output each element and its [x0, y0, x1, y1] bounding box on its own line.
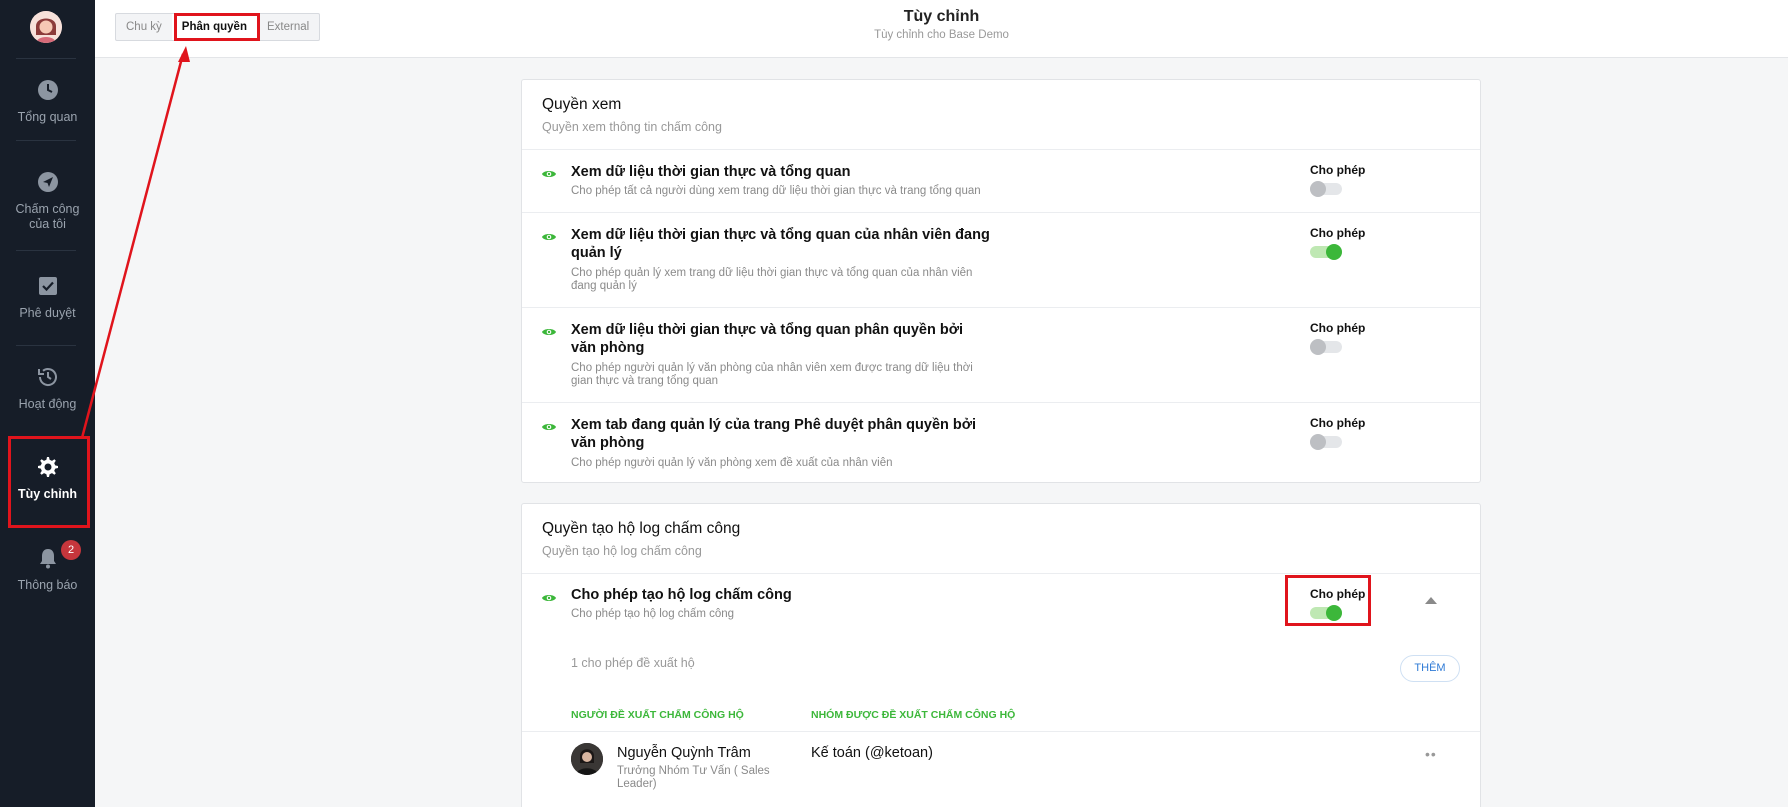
table-row: Nguyễn Quỳnh Trâm Trưởng Nhóm Tư Vấn ( S… [522, 732, 1480, 807]
permission-toggle[interactable] [1310, 244, 1342, 260]
eye-icon [542, 329, 556, 335]
log-permissions-card: Quyền tạo hộ log chấm công Quyền tạo hộ … [521, 503, 1481, 807]
eye-icon [542, 171, 556, 177]
proposer-name: Nguyễn Quỳnh Trâm [617, 745, 751, 761]
card-description: Quyền tạo hộ log chấm công [542, 544, 702, 558]
permission-label: Cho phép [1310, 416, 1366, 430]
eye-icon [542, 234, 556, 240]
highlight-toggle [1285, 575, 1371, 626]
permission-title: Xem dữ liệu thời gian thực và tổng quan … [571, 227, 990, 261]
eye-icon [542, 424, 556, 430]
permission-label: Cho phép [1310, 163, 1366, 177]
card-description: Quyền xem thông tin chấm công [542, 120, 722, 134]
permission-label: Cho phép [1310, 321, 1366, 335]
permission-row: Xem dữ liệu thời gian thực và tổng quan … [522, 213, 1480, 308]
permission-description: Cho phép người quản lý văn phòng xem đề … [571, 457, 893, 469]
permission-description: Cho phép người quản lý văn phòng của nhâ… [571, 362, 973, 387]
eye-icon [542, 595, 556, 601]
column-header-group: NHÓM ĐƯỢC ĐỀ XUẤT CHẤM CÔNG HỘ [811, 709, 1016, 721]
column-header-proposer: NGƯỜI ĐỀ XUẤT CHẤM CÔNG HỘ [571, 709, 744, 721]
add-button[interactable]: THÊM [1400, 655, 1460, 682]
permission-row: Xem tab đang quản lý của trang Phê duyệt… [522, 403, 1480, 483]
chevron-up-icon[interactable] [1425, 596, 1437, 604]
permission-title: Cho phép tạo hộ log chấm công [571, 587, 792, 603]
card-header: Quyền xem Quyền xem thông tin chấm công [522, 80, 1480, 150]
permission-description: Cho phép tất cả người dùng xem trang dữ … [571, 185, 981, 197]
permission-toggle[interactable] [1310, 339, 1342, 355]
permission-description: Cho phép quản lý xem trang dữ liệu thời … [571, 267, 973, 292]
permission-title: Xem dữ liệu thời gian thực và tổng quan … [571, 322, 964, 356]
permission-toggle[interactable] [1310, 434, 1342, 450]
permission-row: Xem dữ liệu thời gian thực và tổng quan … [522, 150, 1480, 213]
card-title: Quyền xem [542, 96, 622, 113]
permission-title: Xem dữ liệu thời gian thực và tổng quan [571, 164, 851, 180]
proposed-group: Kế toán (@ketoan) [811, 745, 933, 761]
more-options-icon[interactable]: •• [1425, 746, 1437, 762]
permission-toggle[interactable] [1310, 181, 1342, 197]
permission-description: Cho phép tạo hộ log chấm công [571, 608, 735, 620]
avatar [571, 743, 603, 775]
permission-label: Cho phép [1310, 226, 1366, 240]
permission-row: Xem dữ liệu thời gian thực và tổng quan … [522, 308, 1480, 403]
card-header: Quyền tạo hộ log chấm công Quyền tạo hộ … [522, 504, 1480, 574]
card-title: Quyền tạo hộ log chấm công [542, 520, 741, 537]
view-permissions-card: Quyền xem Quyền xem thông tin chấm công … [521, 79, 1481, 483]
proposal-count: 1 cho phép đề xuất hộ [571, 656, 695, 670]
proposer-role: Trưởng Nhóm Tư Vấn ( Sales Leader) [617, 765, 770, 790]
permission-title: Xem tab đang quản lý của trang Phê duyệt… [571, 417, 977, 451]
